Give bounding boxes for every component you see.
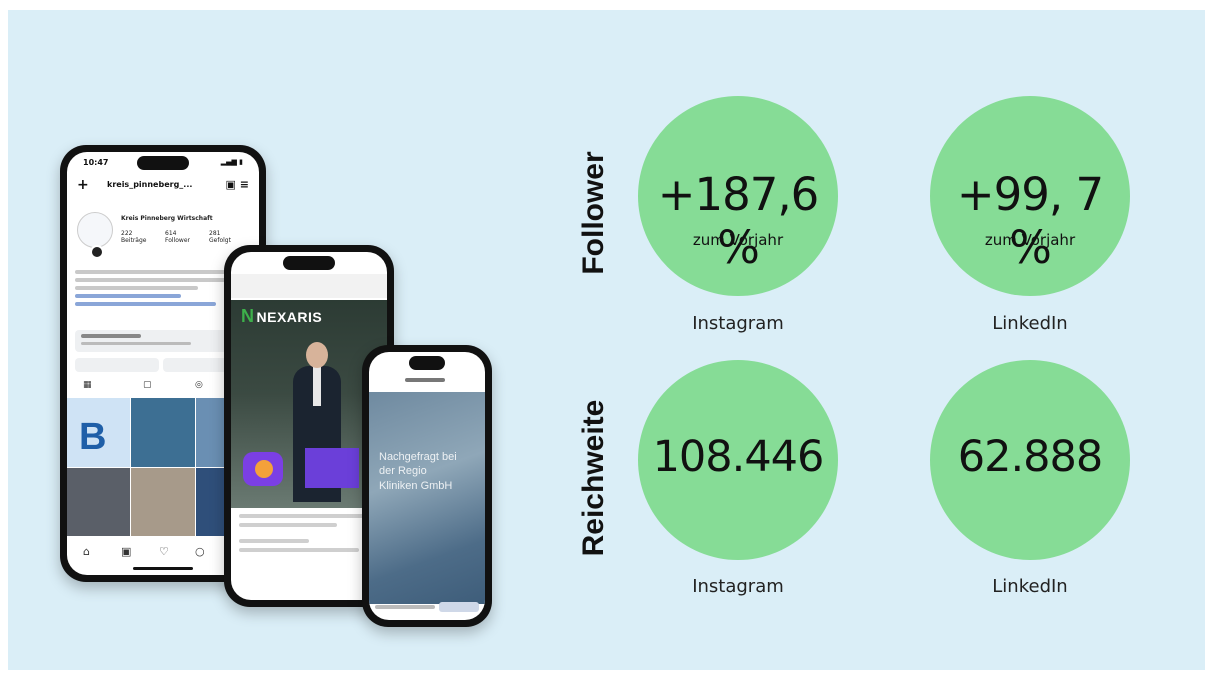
search-icon: ○	[195, 545, 205, 558]
stat-followers: 614 Follower	[165, 230, 190, 245]
platform-label: Instagram	[692, 576, 784, 597]
post-tile	[67, 467, 131, 536]
home-indicator	[133, 567, 193, 570]
instagram-username: kreis_pinneberg_...	[107, 180, 193, 189]
avatar	[77, 212, 113, 248]
plus-icon: +	[77, 177, 89, 193]
grid-icon: ▦	[83, 380, 92, 390]
reels-icon: ▢	[143, 380, 152, 390]
status-time: 10:47	[83, 158, 109, 167]
purple-banner	[305, 448, 359, 488]
post-header	[231, 274, 387, 298]
brand-badge	[243, 452, 283, 486]
row-label-reichweite: Reichweite	[577, 399, 610, 557]
instagram-header: + kreis_pinneberg_... ▣ ≡	[77, 177, 249, 196]
post-tile	[131, 467, 195, 536]
stat-subtitle: zum Vorjahr	[984, 231, 1076, 249]
post-tile	[131, 398, 195, 467]
phone-linkedin-story: Nachgefragt bei der Regio Kliniken GmbH	[362, 345, 492, 627]
profile-stats: 222 Beiträge 614 Follower 281 Gefolgt	[121, 230, 253, 250]
menu-icon: ▣ ≡	[225, 178, 249, 191]
phone-screen: Nachgefragt bei der Regio Kliniken GmbH	[369, 352, 485, 620]
dynamic-island	[409, 356, 445, 370]
nexaris-logo: N NEXARIS	[241, 306, 323, 326]
stat-value: +187,6 %	[657, 168, 820, 274]
stat-posts: 222 Beiträge	[121, 230, 147, 245]
story-image: Nachgefragt bei der Regio Kliniken GmbH	[369, 392, 485, 604]
platform-label: Instagram	[692, 313, 784, 334]
post-tile: B	[67, 398, 131, 467]
post-caption	[239, 514, 379, 557]
stat-circle-reach-linkedin: 62.888	[930, 360, 1130, 560]
platform-label: LinkedIn	[992, 313, 1068, 334]
stat-circle-reach-instagram: 108.446	[638, 360, 838, 560]
stat-circle-follower-instagram: +187,6 % zum Vorjahr	[638, 96, 838, 296]
story-header	[369, 372, 485, 394]
home-icon: ⌂	[83, 545, 90, 558]
platform-label: LinkedIn	[992, 576, 1068, 597]
stat-value: +99, 7 %	[956, 168, 1104, 274]
dynamic-island	[283, 256, 335, 270]
camera-icon: ▣	[121, 545, 132, 558]
stat-value: 108.446	[652, 432, 825, 482]
add-story-icon	[90, 245, 104, 259]
story-text: Nachgefragt bei der Regio Kliniken GmbH	[379, 451, 457, 492]
stat-circle-follower-linkedin: +99, 7 % zum Vorjahr	[930, 96, 1130, 296]
row-label-follower: Follower	[577, 151, 610, 275]
profile-name: Kreis Pinneberg Wirtschaft	[121, 215, 213, 222]
status-icons: ▂▄▆ ▮	[220, 158, 243, 166]
heart-icon: ♡	[159, 545, 169, 558]
stat-subtitle: zum Vorjahr	[692, 231, 784, 249]
stat-following: 281 Gefolgt	[209, 230, 231, 245]
stat-value: 62.888	[957, 432, 1103, 482]
dynamic-island	[137, 156, 189, 170]
story-footer	[375, 602, 479, 614]
tagged-icon: ◎	[195, 380, 203, 390]
